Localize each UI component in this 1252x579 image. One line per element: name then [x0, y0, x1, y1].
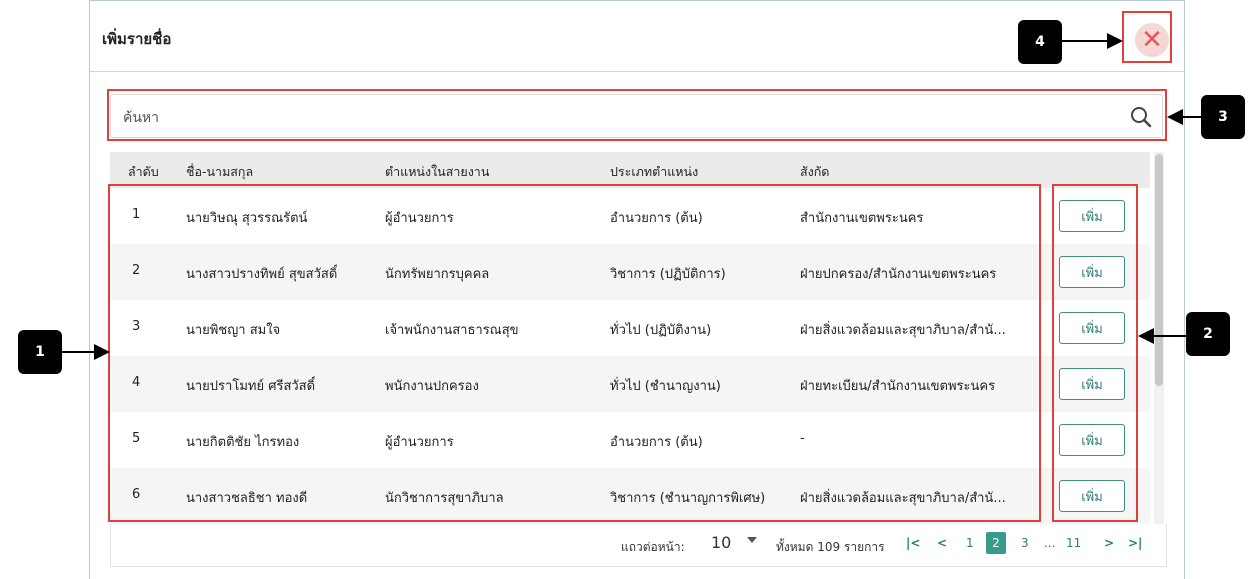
annotation-arrows: [62, 33, 1201, 360]
